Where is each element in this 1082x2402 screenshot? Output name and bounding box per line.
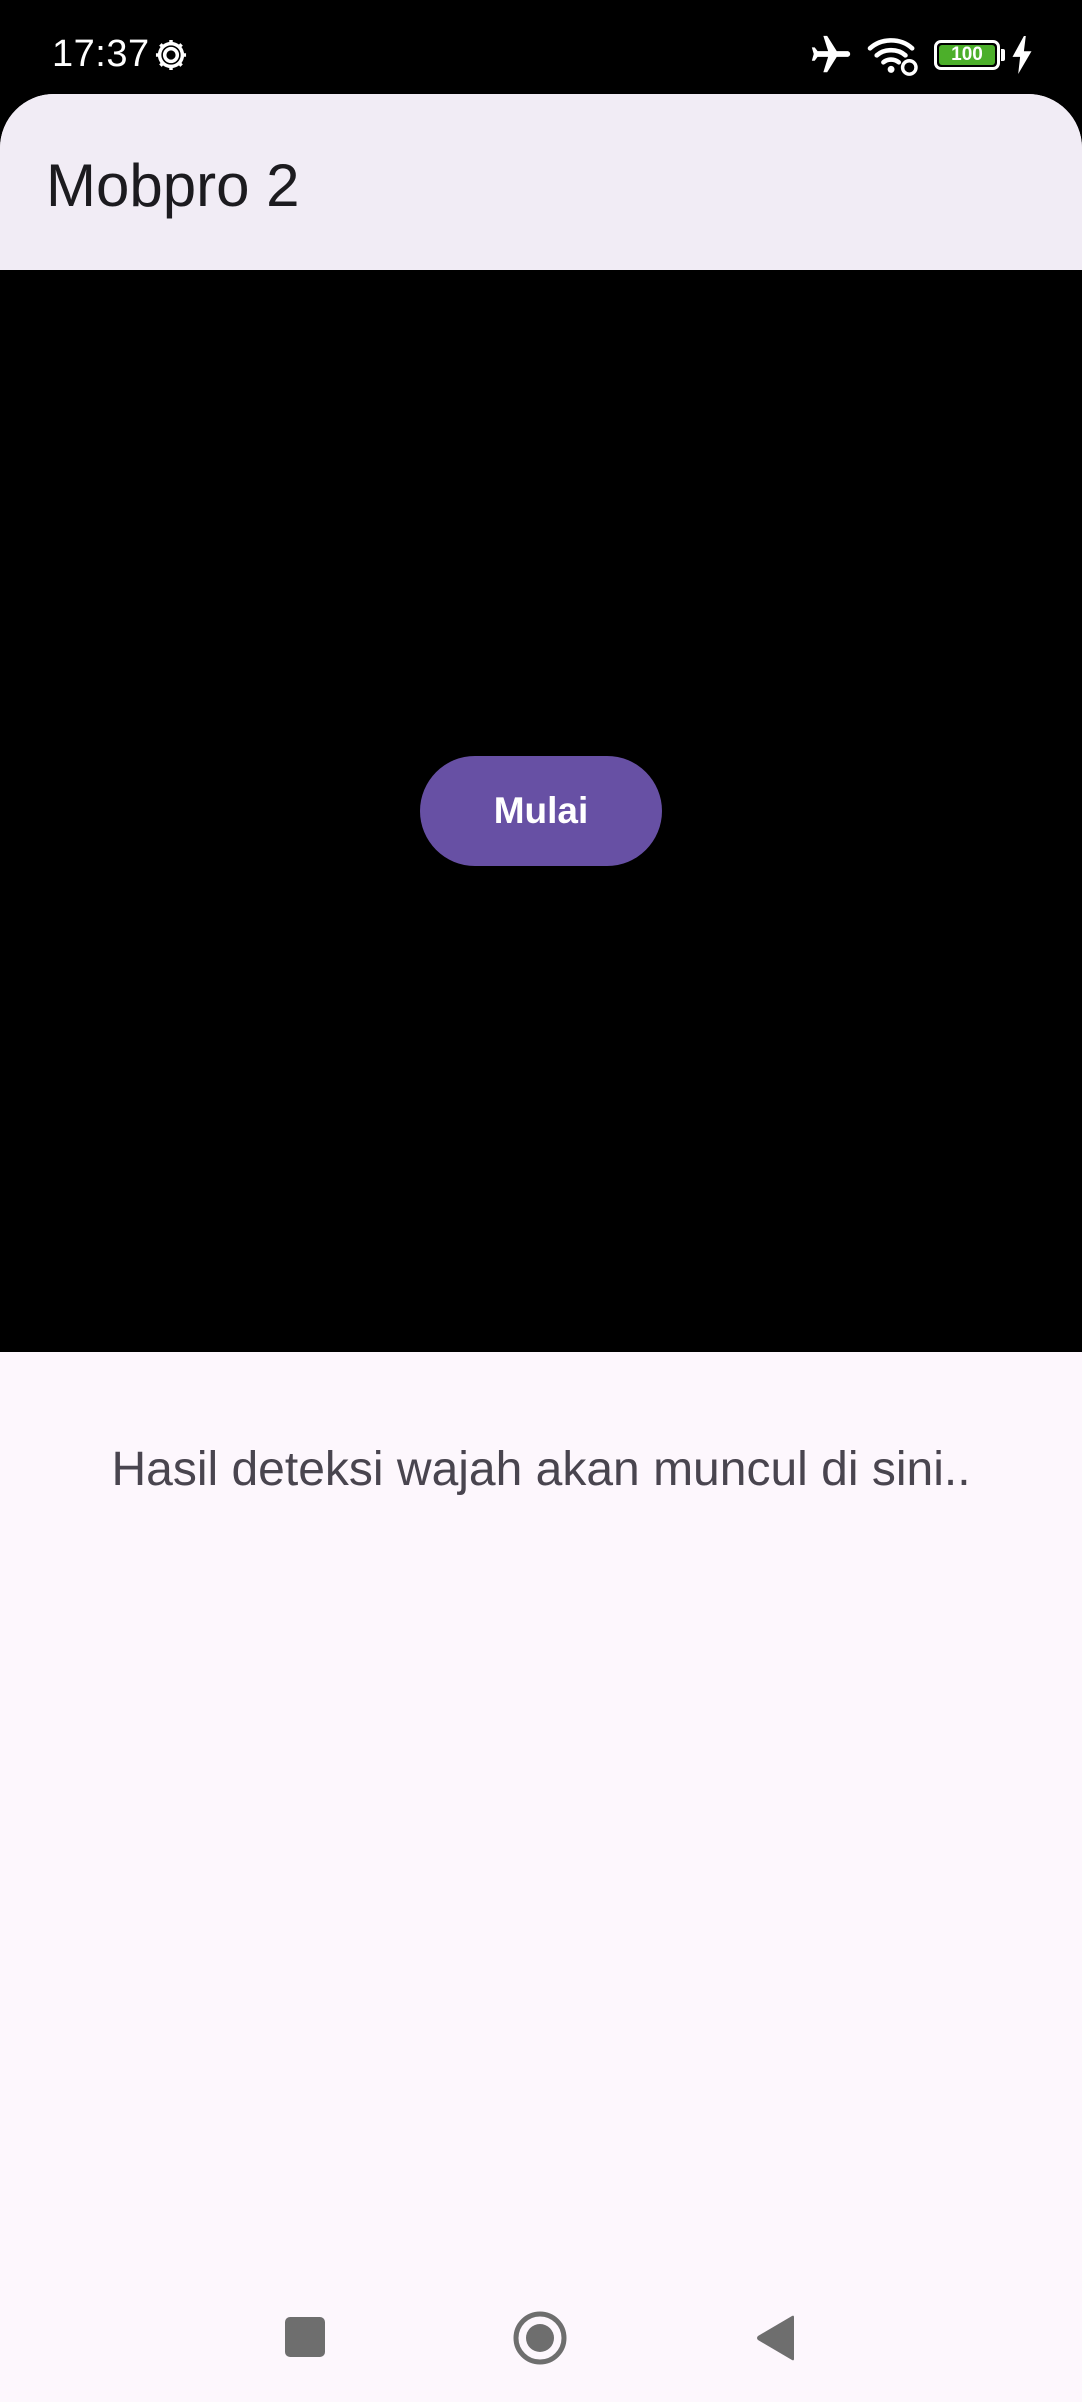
airplane-mode-icon xyxy=(811,35,851,73)
status-bar: 17:37 100 xyxy=(0,0,1082,94)
status-time: 17:37 xyxy=(52,33,150,75)
navigation-bar xyxy=(0,2270,1082,2402)
phone-screen: 17:37 100 Mobpro 2 Mulai Hasil deteksi w… xyxy=(0,0,1082,2402)
camera-preview: Mulai xyxy=(0,270,1082,1352)
charging-icon xyxy=(1012,36,1032,74)
recents-icon[interactable] xyxy=(285,2317,325,2357)
top-app-bar: Mobpro 2 xyxy=(0,94,1082,270)
app-title: Mobpro 2 xyxy=(46,152,300,219)
back-icon[interactable] xyxy=(754,2314,796,2362)
wifi-icon xyxy=(867,38,918,76)
gear-icon xyxy=(155,39,187,71)
app-window: Mobpro 2 Mulai Hasil deteksi wajah akan … xyxy=(0,94,1082,2402)
battery-level: 100 xyxy=(951,44,983,65)
home-icon[interactable] xyxy=(512,2310,568,2366)
detection-result-text: Hasil deteksi wajah akan muncul di sini.… xyxy=(111,1443,971,1496)
battery-tip xyxy=(1001,49,1005,61)
battery-icon: 100 xyxy=(934,40,1000,70)
start-button[interactable]: Mulai xyxy=(420,756,662,866)
